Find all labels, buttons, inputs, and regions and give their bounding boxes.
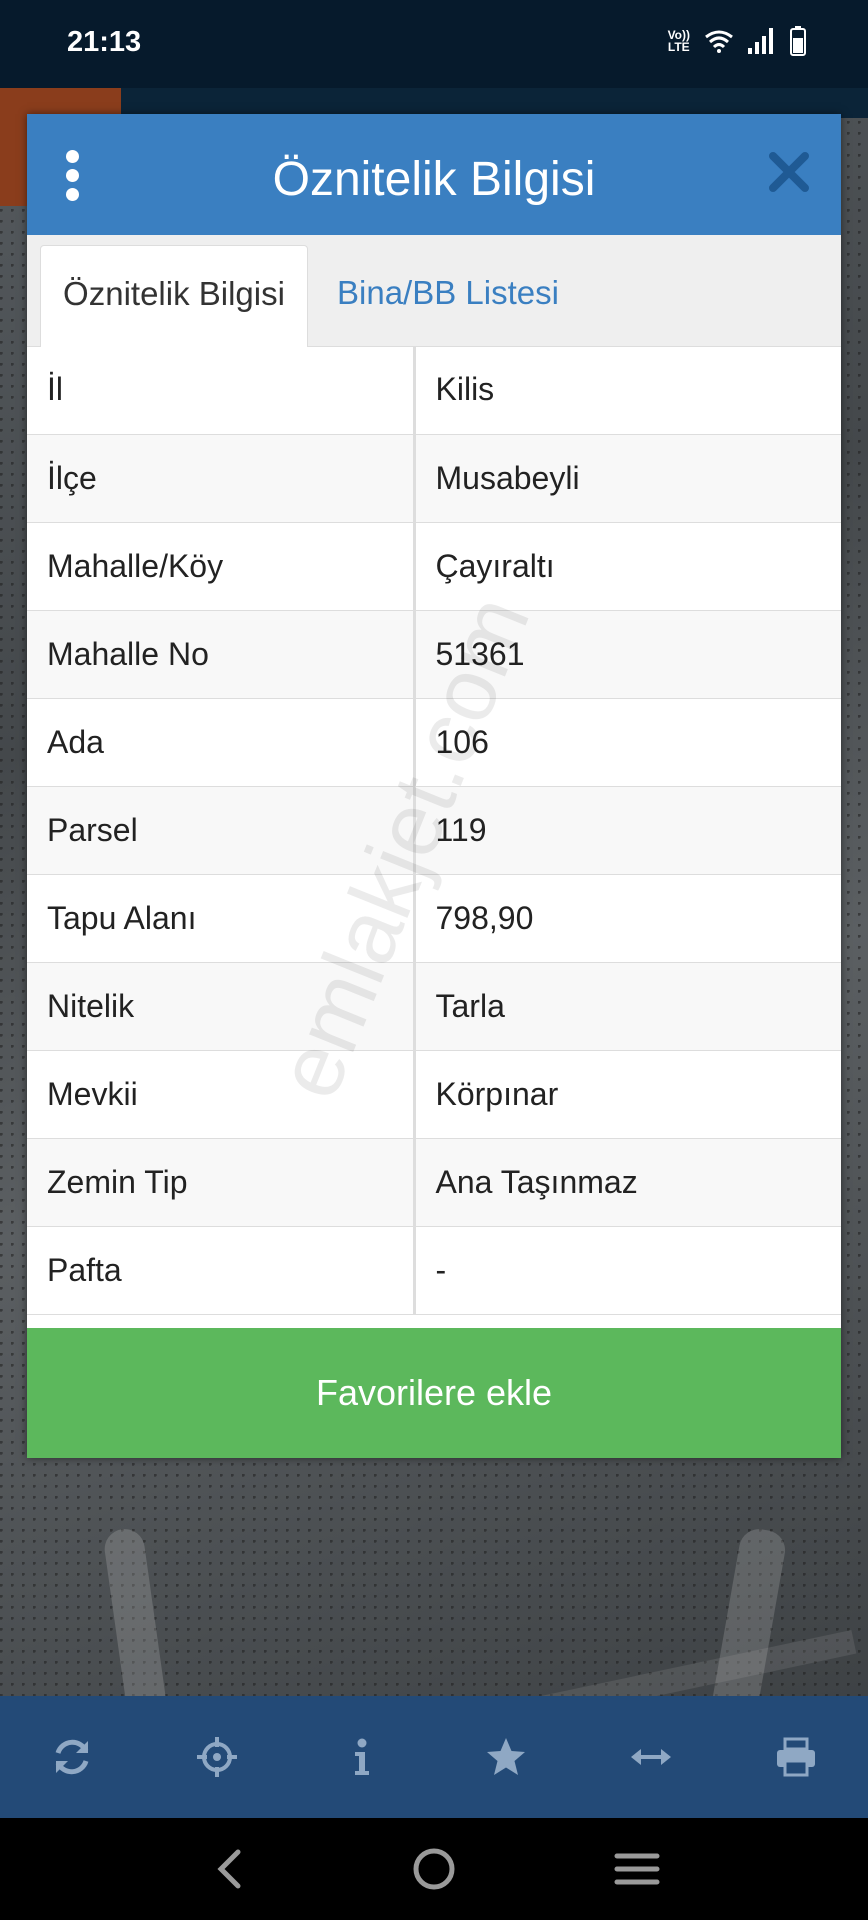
info-icon — [354, 1738, 369, 1775]
add-favorite-button[interactable]: Favorilere ekle — [27, 1328, 841, 1458]
favorites-button[interactable] — [466, 1717, 546, 1797]
attribute-value: Körpınar — [414, 1050, 841, 1139]
attribute-value: Kilis — [414, 346, 841, 435]
volte-icon: Vo)) LTE — [667, 28, 690, 54]
attribute-key: Pafta — [27, 1226, 416, 1315]
recent-apps-button[interactable] — [602, 1834, 672, 1904]
attribute-value: 798,90 — [414, 874, 841, 963]
dialog-title: Öznitelik Bilgisi — [272, 153, 596, 206]
locate-button[interactable] — [177, 1717, 257, 1797]
battery-icon — [790, 26, 806, 56]
close-button[interactable] — [767, 150, 811, 194]
attribute-value: Tarla — [414, 962, 841, 1051]
attribute-key: Mahalle No — [27, 610, 416, 699]
attribute-value: Musabeyli — [414, 434, 841, 523]
system-nav-bar — [0, 1818, 868, 1920]
menu-lines-icon — [614, 1853, 660, 1885]
info-button[interactable] — [322, 1717, 402, 1797]
home-icon — [413, 1848, 455, 1890]
signal-icon — [748, 28, 773, 54]
status-icons: Vo)) LTE — [668, 26, 806, 56]
table-row: İl Kilis — [27, 346, 841, 435]
attribute-key: Mahalle/Köy — [27, 522, 416, 611]
attribute-key: İlçe — [27, 434, 416, 523]
wifi-icon — [705, 30, 733, 53]
print-icon — [776, 1737, 815, 1777]
refresh-icon — [55, 1739, 89, 1775]
attribute-key: Zemin Tip — [27, 1138, 416, 1227]
back-button[interactable] — [196, 1834, 266, 1904]
attribute-dialog: Öznitelik Bilgisi Öznitelik Bilgisi Bina… — [27, 114, 841, 1458]
print-button[interactable] — [756, 1717, 836, 1797]
measure-icon — [630, 1749, 671, 1765]
dialog-header: Öznitelik Bilgisi — [27, 114, 841, 235]
attribute-value: Ana Taşınmaz — [414, 1138, 841, 1227]
table-row: Zemin Tip Ana Taşınmaz — [27, 1138, 841, 1227]
close-icon — [769, 152, 809, 192]
back-icon — [217, 1849, 241, 1889]
table-row: İlçe Musabeyli — [27, 434, 841, 523]
attribute-value: - — [414, 1226, 841, 1315]
table-row: Mahalle/Köy Çayıraltı — [27, 522, 841, 611]
refresh-button[interactable] — [32, 1717, 112, 1797]
attribute-key: Ada — [27, 698, 416, 787]
tab-attribute-info[interactable]: Öznitelik Bilgisi — [40, 245, 308, 347]
table-row: Pafta - — [27, 1226, 841, 1315]
home-button[interactable] — [399, 1834, 469, 1904]
attribute-key: İl — [27, 346, 416, 435]
tab-bar: Öznitelik Bilgisi Bina/BB Listesi — [27, 235, 841, 347]
star-icon — [487, 1738, 526, 1775]
map-toolbar — [0, 1696, 868, 1818]
table-row: Nitelik Tarla — [27, 962, 841, 1051]
status-time: 21:13 — [67, 26, 142, 58]
measure-button[interactable] — [611, 1717, 691, 1797]
status-bar: 21:13 Vo)) LTE — [0, 0, 868, 88]
crosshair-icon — [196, 1737, 237, 1777]
tab-building-list[interactable]: Bina/BB Listesi — [337, 245, 559, 346]
table-row: Mevkii Körpınar — [27, 1050, 841, 1139]
